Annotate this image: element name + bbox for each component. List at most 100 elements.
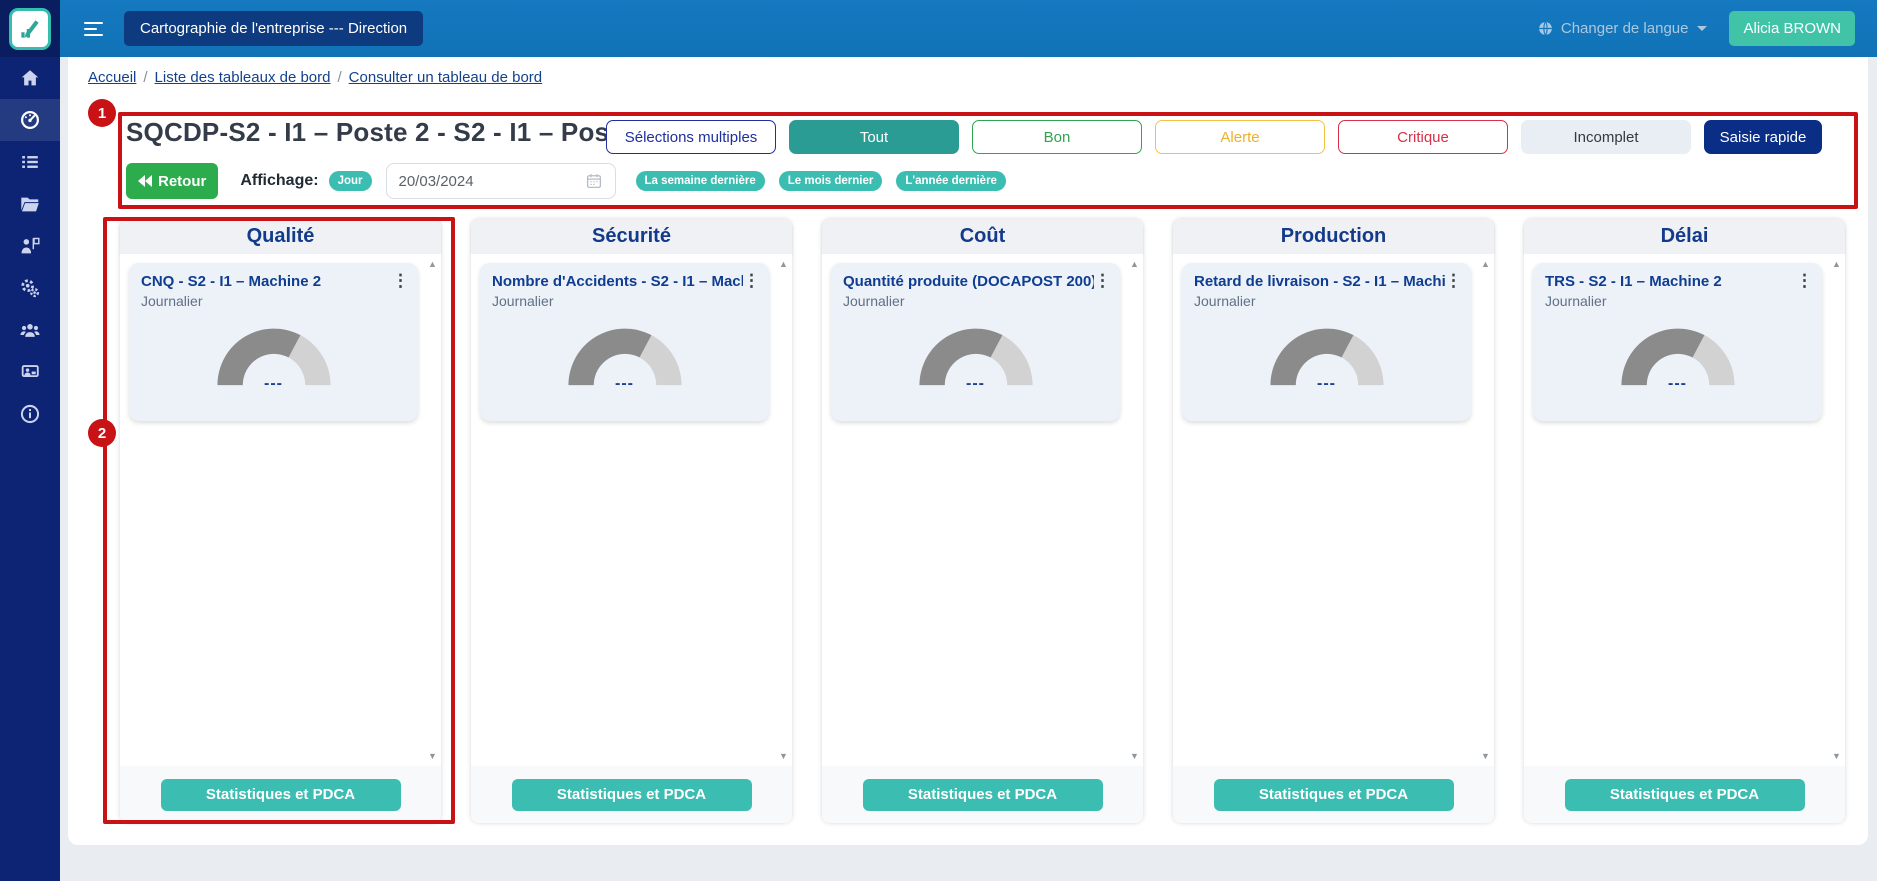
info-circle-icon (19, 403, 41, 425)
kpi-title: Retard de livraison - S2 - I1 – Machine … (1194, 273, 1445, 290)
scroll-up-icon[interactable]: ▲ (1127, 259, 1142, 269)
scroll-up-icon[interactable]: ▲ (1478, 259, 1493, 269)
sidebar-item-home[interactable] (0, 57, 60, 99)
statistics-pdca-button[interactable]: Statistiques et PDCA (1564, 778, 1805, 811)
top-navbar: Cartographie de l'entreprise --- Directi… (60, 0, 1877, 57)
column-scroll-area: CNQ - S2 - I1 – Machine 2 ⋮ Journalier -… (120, 254, 441, 766)
statistics-pdca-button[interactable]: Statistiques et PDCA (511, 778, 752, 811)
kpi-card[interactable]: Retard de livraison - S2 - I1 – Machine … (1182, 263, 1471, 421)
rewind-icon (138, 175, 152, 187)
kpi-title: Quantité produite (DOCAPOST 200) - S2 (843, 273, 1094, 290)
column-title: Production (1173, 219, 1494, 254)
logo-pen-chart-icon (21, 19, 39, 38)
globe-icon (1539, 21, 1552, 36)
main-content: Accueil / Liste des tableaux de bord / Consu… (68, 57, 1868, 845)
sidebar-item-users-group[interactable] (0, 309, 60, 351)
kpi-title: CNQ - S2 - I1 – Machine 2 (141, 273, 322, 290)
sidebar-item-gears[interactable] (0, 267, 60, 309)
scroll-down-icon[interactable]: ▼ (1829, 751, 1844, 761)
kebab-menu-icon[interactable]: ⋮ (1094, 272, 1111, 289)
scrollbar[interactable]: ▲ ▼ (1127, 255, 1142, 765)
kpi-frequency: Journalier (1545, 293, 1607, 309)
quick-range-badge[interactable]: La semaine dernière (635, 171, 765, 191)
kpi-value: --- (1668, 375, 1687, 392)
column-title: Délai (1524, 219, 1845, 254)
sidebar-menu (0, 57, 60, 435)
display-mode-badge[interactable]: Jour (328, 171, 372, 191)
kpi-card[interactable]: Quantité produite (DOCAPOST 200) - S2 ⋮ … (831, 263, 1120, 421)
filter-selections-multiples[interactable]: Sélections multiples (606, 120, 776, 154)
scroll-down-icon[interactable]: ▼ (425, 751, 440, 761)
scroll-down-icon[interactable]: ▼ (776, 751, 791, 761)
filter-saisie-rapide[interactable]: Saisie rapide (1704, 120, 1822, 154)
scroll-up-icon[interactable]: ▲ (1829, 259, 1844, 269)
app-title: Cartographie de l'entreprise --- Directi… (124, 11, 424, 46)
column-title: Coût (822, 219, 1143, 254)
quick-range-badge[interactable]: L'année dernière (896, 171, 1006, 191)
filter-critique[interactable]: Critique (1338, 120, 1508, 154)
statistics-pdca-button[interactable]: Statistiques et PDCA (1213, 778, 1454, 811)
scrollbar[interactable]: ▲ ▼ (1829, 255, 1844, 765)
sidebar-item-list[interactable] (0, 141, 60, 183)
breadcrumb: Accueil / Liste des tableaux de bord / Consu… (88, 69, 542, 86)
user-button[interactable]: Alicia BROWN (1729, 11, 1855, 46)
display-label: Affichage: (240, 172, 319, 189)
scroll-down-icon[interactable]: ▼ (1127, 751, 1142, 761)
kpi-card[interactable]: CNQ - S2 - I1 – Machine 2 ⋮ Journalier -… (129, 263, 418, 421)
kpi-frequency: Journalier (1194, 293, 1256, 309)
statistics-pdca-button[interactable]: Statistiques et PDCA (862, 778, 1103, 811)
page-title: SQCDP-S2 - I1 – Poste 2 - S2 - I1 – Post… (126, 117, 655, 147)
sidebar-item-dashboard-gauge[interactable] (0, 99, 60, 141)
filter-tout[interactable]: Tout (789, 120, 959, 154)
quick-range-badges: La semaine dernière Le mois dernier L'anné… (635, 171, 1006, 191)
kebab-menu-icon[interactable]: ⋮ (1445, 272, 1462, 289)
back-button[interactable]: Retour (126, 163, 219, 199)
kpi-value: --- (1317, 375, 1336, 392)
date-input[interactable]: 20/03/2024 (385, 163, 616, 199)
calendar-icon[interactable] (585, 172, 603, 190)
quick-range-badge[interactable]: Le mois dernier (778, 171, 883, 191)
column-scroll-area: Retard de livraison - S2 - I1 – Machine … (1173, 254, 1494, 766)
kpi-card[interactable]: Nombre d'Accidents - S2 - I1 – Machine ⋮… (480, 263, 769, 421)
statistics-pdca-button[interactable]: Statistiques et PDCA (160, 778, 401, 811)
scroll-down-icon[interactable]: ▼ (1478, 751, 1493, 761)
breadcrumb-link[interactable]: Liste des tableaux de bord (155, 69, 331, 86)
filter-incomplet[interactable]: Incomplet (1521, 120, 1691, 154)
kpi-card[interactable]: TRS - S2 - I1 – Machine 2 ⋮ Journalier -… (1533, 263, 1822, 421)
sidebar-item-person-flag[interactable] (0, 225, 60, 267)
column-title: Qualité (120, 219, 441, 254)
breadcrumb-separator: / (337, 69, 342, 86)
status-filter-bar: Sélections multiples Tout Bon Alerte Critiqu… (606, 120, 1822, 154)
breadcrumb-link[interactable]: Consulter un tableau de bord (349, 69, 542, 86)
kpi-title: TRS - S2 - I1 – Machine 2 (1545, 273, 1722, 290)
hamburger-menu-icon[interactable] (84, 21, 104, 36)
filter-alerte[interactable]: Alerte (1155, 120, 1325, 154)
kpi-value: --- (615, 375, 634, 392)
breadcrumb-link[interactable]: Accueil (88, 69, 136, 86)
language-switcher[interactable]: Changer de langue (1537, 20, 1708, 37)
app-logo[interactable] (0, 0, 60, 57)
date-value: 20/03/2024 (398, 172, 474, 190)
column-production: Production Retard de livraison - S2 - I1… (1173, 219, 1494, 823)
scroll-up-icon[interactable]: ▲ (425, 259, 440, 269)
column-scroll-area: Quantité produite (DOCAPOST 200) - S2 ⋮ … (822, 254, 1143, 766)
sqcdp-columns: Qualité CNQ - S2 - I1 – Machine 2 ⋮ Jour… (120, 219, 1845, 823)
filter-bon[interactable]: Bon (972, 120, 1142, 154)
kebab-menu-icon[interactable]: ⋮ (743, 272, 760, 289)
kebab-menu-icon[interactable]: ⋮ (392, 272, 409, 289)
sidebar-item-info-circle[interactable] (0, 393, 60, 435)
annotation-marker-1: 1 (88, 99, 116, 127)
scrollbar[interactable]: ▲ ▼ (776, 255, 791, 765)
scrollbar[interactable]: ▲ ▼ (425, 255, 440, 765)
kpi-frequency: Journalier (141, 293, 203, 309)
sidebar-item-folder[interactable] (0, 183, 60, 225)
sidebar-item-screen-share[interactable] (0, 351, 60, 393)
kebab-menu-icon[interactable]: ⋮ (1796, 272, 1813, 289)
breadcrumb-separator: / (143, 69, 148, 86)
screen-share-icon (19, 361, 41, 383)
scrollbar[interactable]: ▲ ▼ (1478, 255, 1493, 765)
scroll-up-icon[interactable]: ▲ (776, 259, 791, 269)
gears-icon (19, 277, 41, 299)
kpi-value: --- (264, 375, 283, 392)
kpi-value: --- (966, 375, 985, 392)
